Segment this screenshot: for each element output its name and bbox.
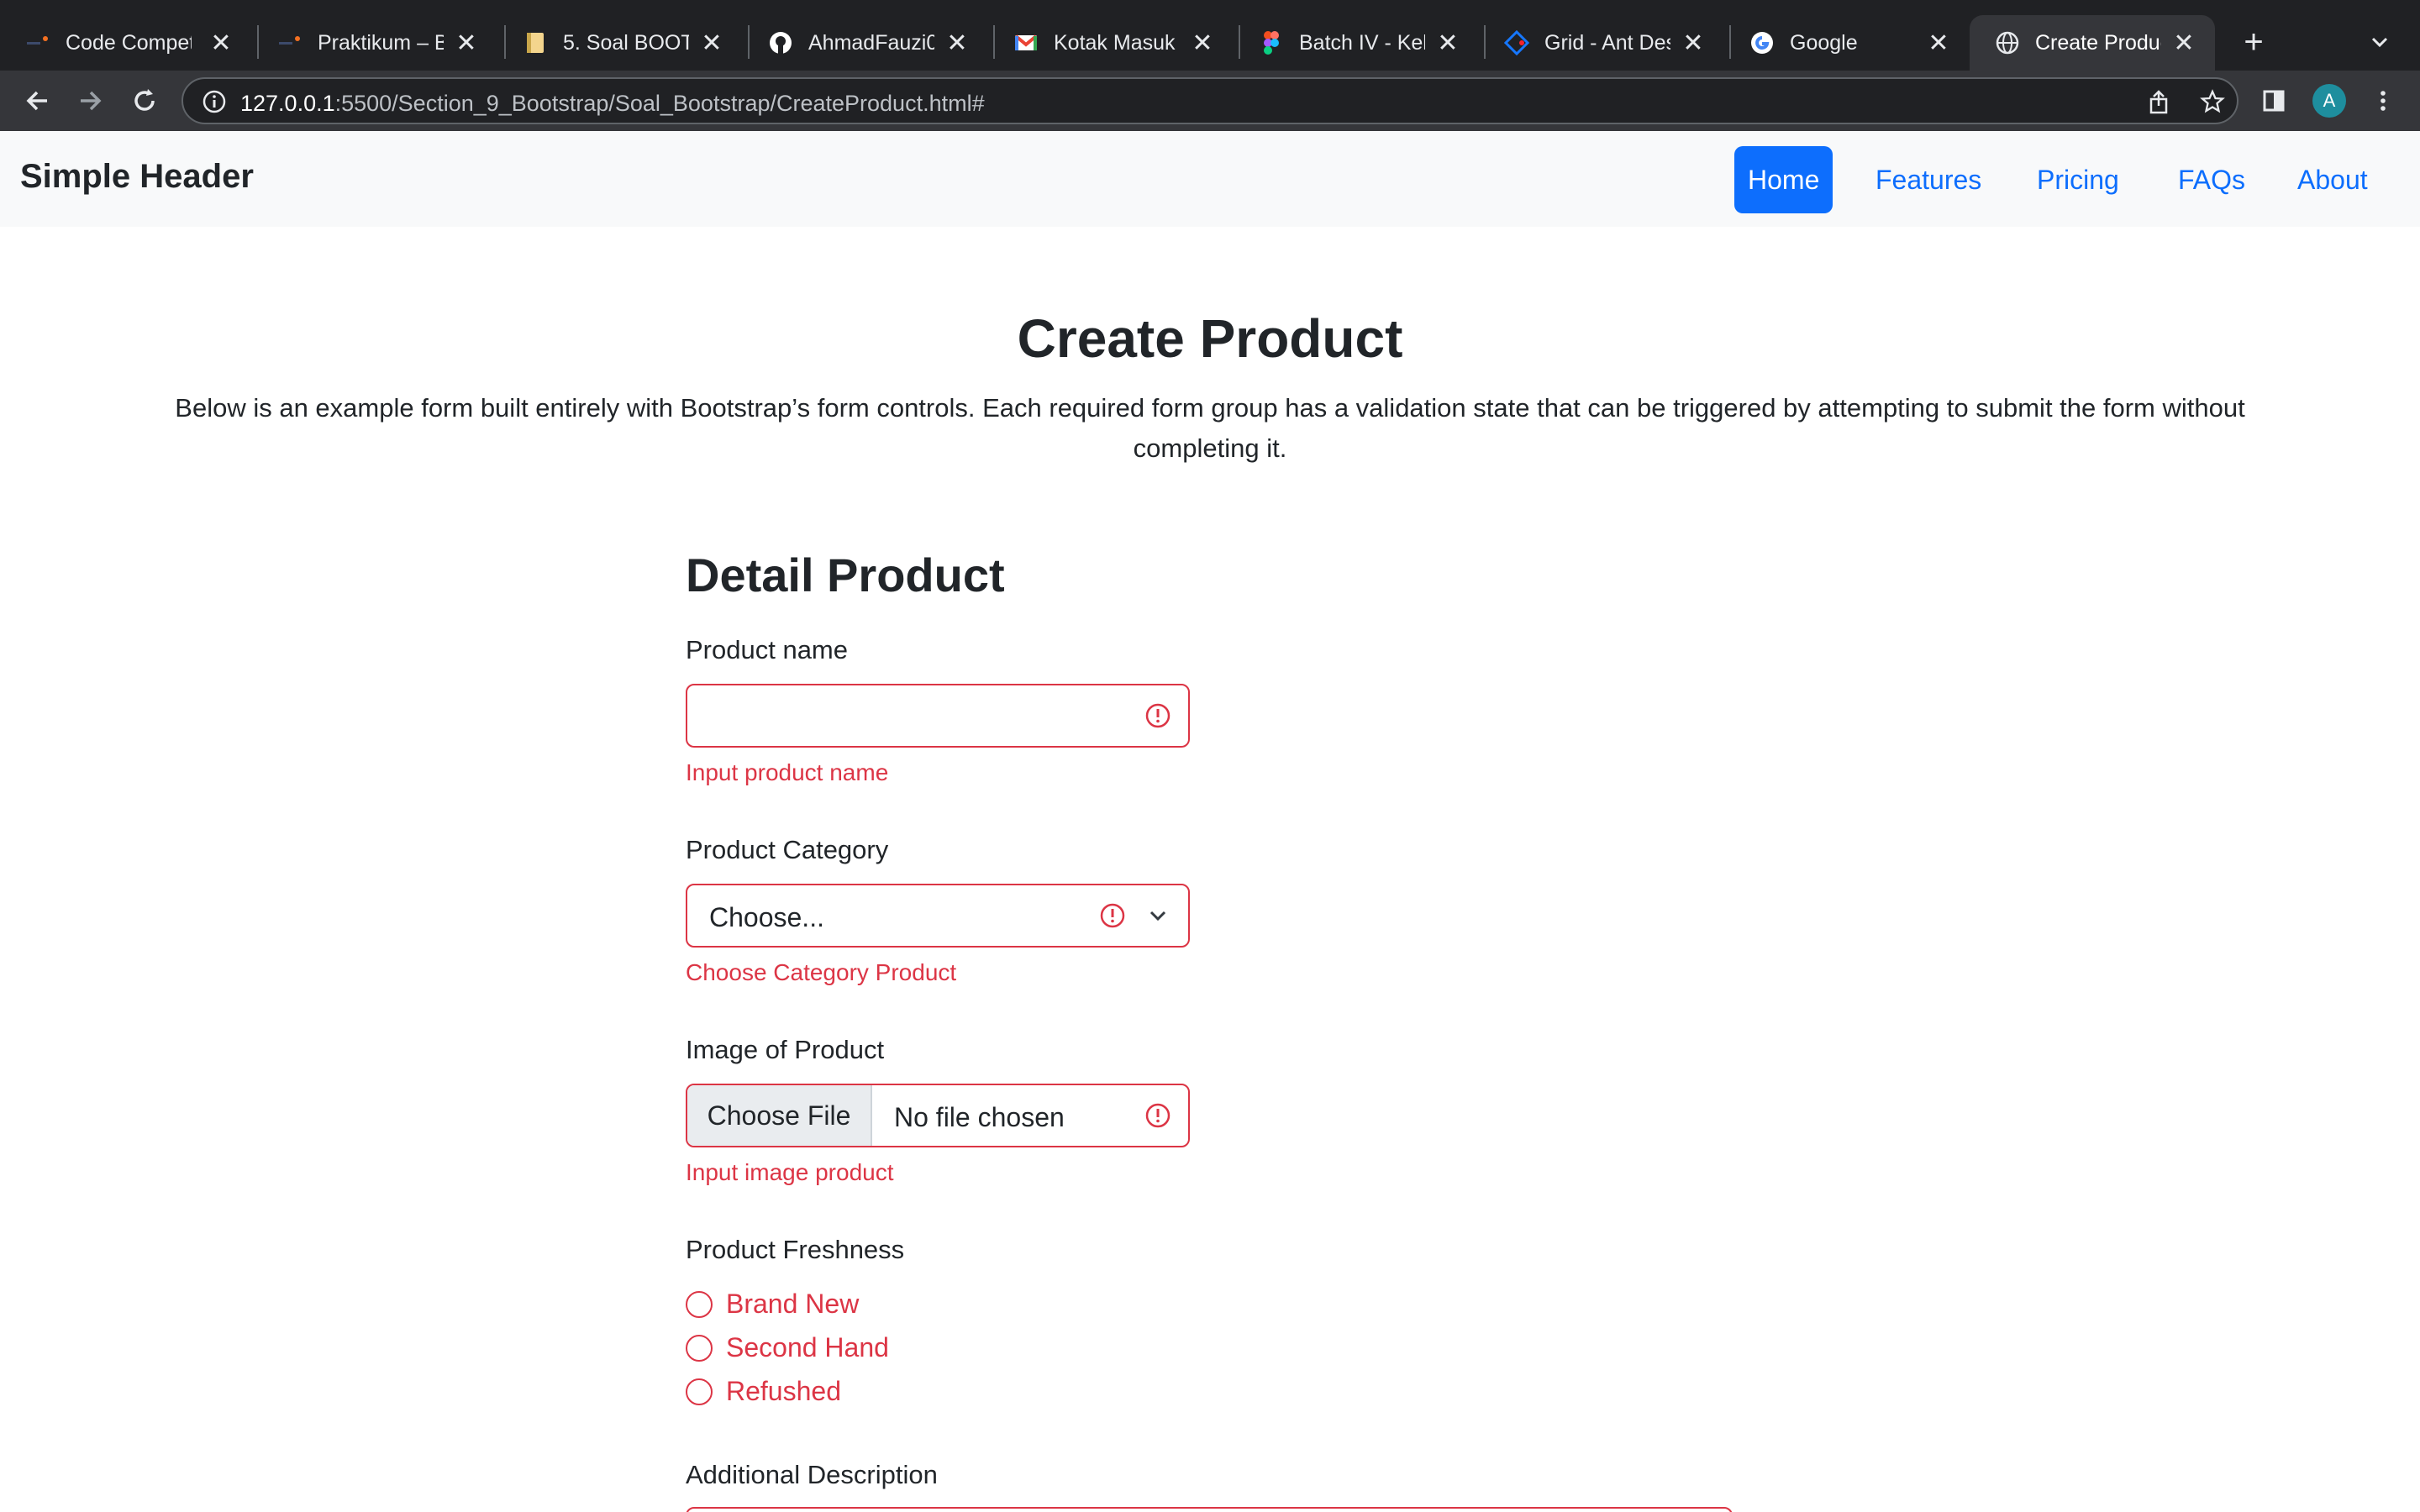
dev-dot-icon: [25, 30, 50, 55]
tab-title: Grid - Ant Design: [1544, 30, 1670, 55]
product-name-input[interactable]: [686, 684, 1190, 748]
close-icon[interactable]: ✕: [1190, 29, 1215, 57]
file-status: No file chosen: [894, 1102, 1065, 1132]
profile-avatar[interactable]: A: [2312, 84, 2346, 118]
share-icon[interactable]: [2144, 87, 2173, 116]
form-section-title: Detail Product: [686, 549, 1005, 601]
choose-file-button[interactable]: Choose File: [687, 1085, 872, 1146]
browser-tab[interactable]: Batch IV - Kelompok ✕: [1234, 15, 1479, 71]
site-navbar: Simple Header Home Features Pricing FAQs…: [0, 131, 2420, 227]
nav-link-features[interactable]: Features: [1862, 146, 1995, 213]
tab-title: 5. Soal BOOTSTRAP: [563, 30, 689, 55]
additional-description-textarea[interactable]: [686, 1507, 1733, 1512]
browser-tab-active[interactable]: Create Product ✕: [1970, 15, 2215, 71]
tab-title: Praktikum – Bootstrap: [318, 30, 444, 55]
tab-title: Code Competence: [66, 30, 192, 55]
tab-title: Google: [1790, 30, 1858, 55]
product-image-feedback: Input image product: [686, 1159, 894, 1185]
browser-tab[interactable]: Praktikum – Bootstrap ✕: [252, 15, 497, 71]
chevron-down-icon: [1150, 911, 1166, 921]
tab-title: Create Product: [2035, 30, 2161, 55]
error-icon: [1100, 903, 1125, 928]
back-arrow-icon[interactable]: [20, 84, 54, 118]
radio-label: Brand New: [726, 1289, 860, 1319]
nav-link-about[interactable]: About: [2284, 146, 2381, 213]
product-image-file-input[interactable]: Choose File No file chosen: [686, 1084, 1190, 1147]
additional-description-label: Additional Description: [686, 1460, 938, 1489]
info-icon[interactable]: [200, 87, 229, 116]
error-icon: [1145, 703, 1171, 728]
product-image-label: Image of Product: [686, 1035, 885, 1064]
product-freshness-label: Product Freshness: [686, 1235, 905, 1264]
browser-tab[interactable]: AhmadFauzi07 ✕: [743, 15, 988, 71]
google-icon: [1749, 30, 1775, 55]
url-text[interactable]: 127.0.0.1:5500/Section_9_Bootstrap/Soal_…: [240, 91, 985, 117]
radio-option-brand-new[interactable]: Brand New: [686, 1289, 859, 1320]
radio-label: Refushed: [726, 1376, 841, 1406]
close-icon[interactable]: ✕: [944, 29, 970, 57]
close-icon[interactable]: ✕: [1926, 29, 1951, 57]
github-icon: [768, 30, 793, 55]
radio-button[interactable]: [686, 1334, 713, 1362]
browser-toolbar: 127.0.0.1:5500/Section_9_Bootstrap/Soal_…: [0, 71, 2420, 131]
radio-button[interactable]: [686, 1290, 713, 1318]
close-icon[interactable]: ✕: [208, 29, 234, 57]
close-icon[interactable]: ✕: [2171, 29, 2196, 57]
new-tab-button[interactable]: +: [2235, 24, 2272, 60]
navbar-brand[interactable]: Simple Header: [20, 158, 254, 196]
nav-link-pricing[interactable]: Pricing: [2023, 146, 2133, 213]
browser-tab[interactable]: Kotak Masuk ( ✕: [988, 15, 1234, 71]
kebab-menu-icon[interactable]: [2365, 82, 2402, 119]
page-title: Create Product: [1017, 308, 1403, 369]
browser-tab[interactable]: Code Competence ✕: [0, 15, 252, 71]
product-name-feedback: Input product name: [686, 759, 889, 785]
tab-title: Batch IV - Kelompok: [1299, 30, 1425, 55]
page-lead: Below is an example form built entirely …: [175, 393, 2245, 463]
tab-title: Kotak Masuk (: [1054, 30, 1180, 55]
radio-option-second-hand[interactable]: Second Hand: [686, 1332, 889, 1363]
product-name-label: Product name: [686, 635, 848, 664]
product-category-label: Product Category: [686, 835, 889, 864]
nav-link-home[interactable]: Home: [1734, 146, 1833, 213]
close-icon[interactable]: ✕: [454, 29, 479, 57]
reload-icon[interactable]: [128, 84, 161, 118]
browser-tab[interactable]: Google ✕: [1724, 15, 1970, 71]
figma-icon: [1259, 30, 1284, 55]
bookmark-star-icon[interactable]: [2198, 87, 2227, 116]
close-icon[interactable]: ✕: [699, 29, 724, 57]
url-path: :5500/Section_9_Bootstrap/Soal_Bootstrap…: [334, 91, 985, 116]
product-category-feedback: Choose Category Product: [686, 959, 957, 985]
close-icon[interactable]: ✕: [1681, 29, 1706, 57]
radio-label: Second Hand: [726, 1332, 889, 1362]
address-bar[interactable]: 127.0.0.1:5500/Section_9_Bootstrap/Soal_…: [182, 77, 2238, 124]
browser-tab[interactable]: Grid - Ant Design ✕: [1479, 15, 1724, 71]
chevron-down-icon[interactable]: [2363, 25, 2396, 59]
globe-icon: [1995, 30, 2020, 55]
product-category-select[interactable]: Choose...: [686, 884, 1190, 948]
dev-dot-icon: [277, 30, 302, 55]
antd-icon: [1504, 30, 1529, 55]
forward-arrow-icon[interactable]: [74, 84, 108, 118]
browser-tab-strip: Code Competence ✕ Praktikum – Bootstrap …: [0, 0, 2420, 71]
select-value: Choose...: [709, 902, 824, 932]
radio-option-refushed[interactable]: Refushed: [686, 1376, 841, 1407]
url-host: 127.0.0.1: [240, 91, 335, 116]
note-icon: [523, 30, 548, 55]
error-icon: [1145, 1103, 1171, 1128]
nav-link-faqs[interactable]: FAQs: [2165, 146, 2259, 213]
close-icon[interactable]: ✕: [1435, 29, 1460, 57]
side-panel-icon[interactable]: [2255, 82, 2292, 119]
browser-tab[interactable]: 5. Soal BOOTSTRAP ✕: [497, 15, 743, 71]
radio-button[interactable]: [686, 1378, 713, 1405]
tab-title: AhmadFauzi07: [808, 30, 934, 55]
gmail-icon: [1013, 30, 1039, 55]
